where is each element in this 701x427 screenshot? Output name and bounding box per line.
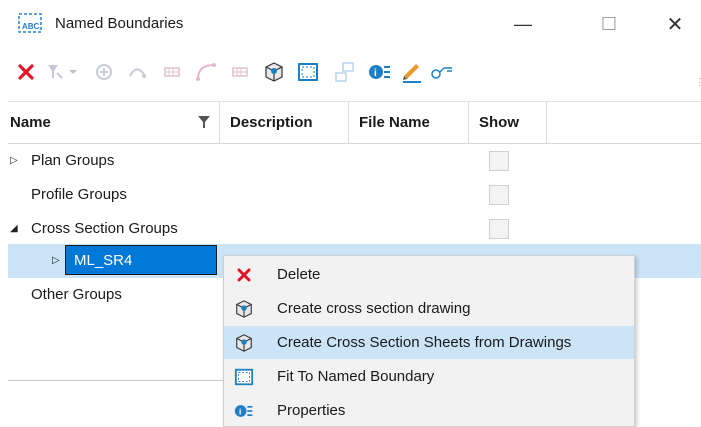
delete-icon [18, 64, 34, 80]
menu-item-label: Create cross section drawing [277, 300, 471, 317]
minimize-button[interactable]: — [500, 8, 546, 40]
show-checkbox[interactable] [489, 219, 509, 239]
tree-row-plan-groups[interactable]: ▷ Plan Groups [8, 144, 701, 178]
properties-icon: i [369, 65, 390, 79]
maximize-button[interactable]: ☐ [586, 8, 632, 40]
tree-row-label: Plan Groups [31, 152, 115, 169]
column-header-description[interactable]: Description [219, 102, 348, 143]
svg-text:i: i [374, 68, 377, 79]
column-header-spacer [546, 102, 557, 143]
column-header-show-label: Show [479, 114, 519, 131]
toolbar-fit-boundary-button[interactable] [294, 58, 322, 86]
menu-item-create-drawing[interactable]: Create cross section drawing [224, 292, 634, 325]
tree-row-label: Cross Section Groups [31, 220, 178, 237]
svg-text:ABC: ABC [22, 22, 40, 31]
show-checkbox[interactable] [489, 151, 509, 171]
toolbar-section-grid-button[interactable] [158, 58, 186, 86]
close-button[interactable]: ✕ [652, 8, 698, 40]
tree-row-cross-section-groups[interactable]: ◢ Cross Section Groups [8, 212, 701, 246]
menu-item-delete[interactable]: Delete [224, 258, 634, 291]
toolbar-curve-button[interactable] [192, 58, 220, 86]
properties-icon: i [234, 401, 254, 421]
column-header-name[interactable]: Name [8, 102, 218, 143]
column-header-show[interactable]: Show [468, 102, 557, 143]
create-drawing-icon [234, 299, 254, 319]
tree-row-profile-groups[interactable]: Profile Groups [8, 178, 701, 212]
tree-row-label: Other Groups [31, 286, 122, 303]
filter-icon[interactable] [197, 115, 211, 133]
column-header-description-label: Description [230, 114, 313, 131]
toolbar-group-button[interactable] [330, 58, 358, 86]
grid-header: Name Description File Name Show [8, 101, 701, 144]
toolbar-section-button[interactable] [226, 58, 254, 86]
menu-item-label: Properties [277, 402, 346, 419]
menu-item-label: Fit To Named Boundary [277, 368, 435, 385]
toolbar-link-button[interactable] [428, 58, 456, 86]
show-checkbox[interactable] [489, 185, 509, 205]
fit-boundary-icon [234, 367, 254, 387]
expand-arrow-icon[interactable]: ▷ [52, 255, 60, 266]
toolbar-delete-button[interactable] [12, 58, 40, 86]
close-icon: ✕ [666, 13, 684, 36]
column-header-file-name-label: File Name [359, 114, 430, 131]
minimize-icon: — [514, 13, 532, 34]
context-menu: Delete Create cross section drawing Crea… [223, 255, 635, 427]
menu-item-label: Delete [277, 266, 321, 283]
window-title: Named Boundaries [55, 15, 184, 32]
named-boundary-app-icon: ABC [18, 13, 42, 33]
cross-section-grid-icon [164, 67, 180, 77]
link-key-icon [431, 67, 452, 79]
menu-item-create-sheets[interactable]: Create Cross Section Sheets from Drawing… [224, 326, 634, 359]
svg-text:i: i [239, 406, 241, 416]
toolbar-properties-button[interactable]: i [366, 58, 394, 86]
menu-item-fit-boundary[interactable]: Fit To Named Boundary [224, 360, 634, 393]
panel-divider [8, 380, 223, 381]
fit-boundary-icon [298, 63, 318, 81]
group-icon [335, 62, 354, 82]
filter-dropdown-icon [48, 65, 77, 79]
toolbar-profile-button[interactable] [124, 58, 152, 86]
toolbar-edit-button[interactable] [398, 58, 426, 86]
toolbar-filter-dropdown[interactable] [42, 58, 82, 86]
create-sheets-icon [234, 333, 254, 353]
tree-row-label: Profile Groups [31, 186, 127, 203]
create-drawing-icon [265, 62, 283, 82]
section-grid-icon [232, 67, 248, 77]
delete-icon [234, 265, 254, 285]
curve-icon [196, 63, 216, 81]
edit-pencil-icon [403, 64, 421, 83]
column-header-name-label: Name [10, 114, 51, 131]
title-bar: ABC Named Boundaries — ☐ ✕ [0, 0, 701, 48]
tree-row-label: ML_SR4 [74, 252, 133, 269]
menu-item-label: Create Cross Section Sheets from Drawing… [277, 334, 572, 351]
expand-arrow-icon[interactable]: ▷ [10, 155, 18, 166]
collapse-arrow-icon[interactable]: ◢ [10, 223, 18, 234]
column-header-file-name[interactable]: File Name [348, 102, 469, 143]
menu-item-properties[interactable]: i Properties [224, 394, 634, 427]
toolbar: i ⫶ [8, 52, 701, 96]
profile-icon [129, 68, 146, 78]
toolbar-create-drawing-button[interactable] [260, 58, 288, 86]
toolbar-plan-button[interactable] [90, 58, 118, 86]
civil-plan-icon [96, 64, 112, 80]
maximize-icon: ☐ [600, 13, 618, 34]
